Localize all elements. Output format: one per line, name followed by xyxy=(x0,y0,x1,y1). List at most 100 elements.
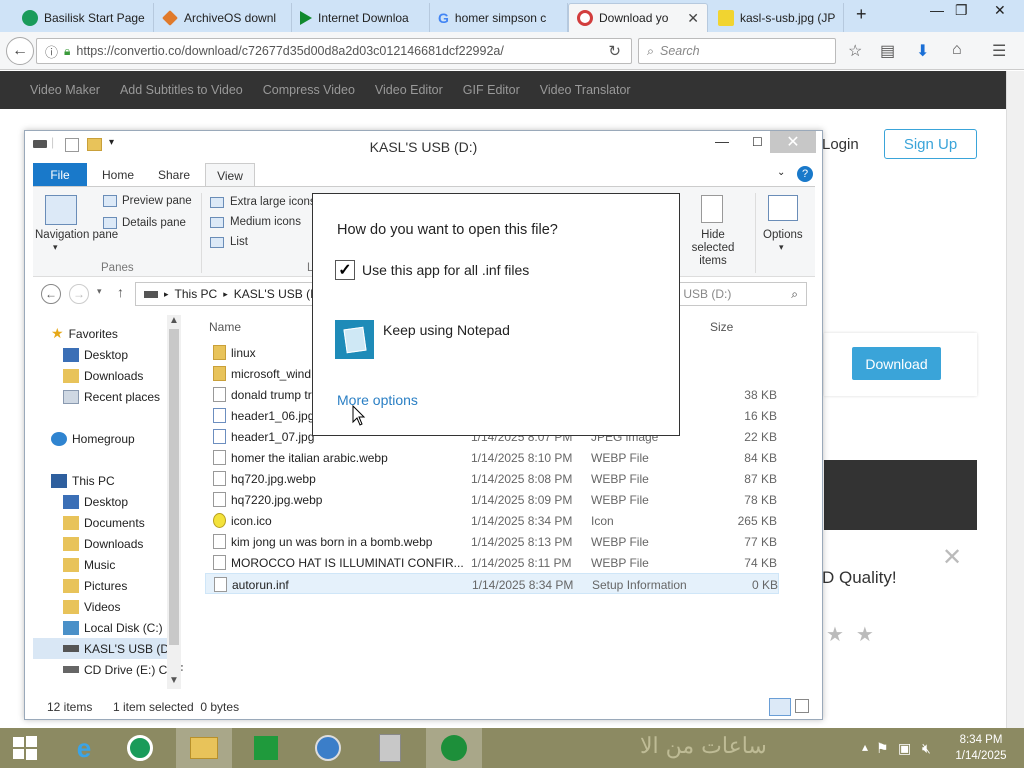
bookmark-star-icon[interactable]: ☆ xyxy=(848,41,862,61)
nav-kasl-usb[interactable]: KASL'S USB (D:) xyxy=(33,638,176,659)
hide-selected-button[interactable]: Hide selected items xyxy=(679,229,747,268)
more-options-link[interactable]: More options xyxy=(337,392,418,408)
nav-desktop[interactable]: Desktop xyxy=(63,344,128,365)
nav-downloads[interactable]: Downloads xyxy=(63,365,143,386)
search-bar[interactable]: ⌕ Search xyxy=(638,38,836,64)
scrollbar-thumb[interactable] xyxy=(169,329,179,645)
use-app-checkbox[interactable]: ✓ xyxy=(335,260,355,280)
recent-locations-icon[interactable]: ▾ xyxy=(97,286,102,297)
login-link[interactable]: Login xyxy=(822,136,859,153)
breadcrumb-this-pc[interactable]: This PC xyxy=(175,287,218,301)
navigation-pane-button[interactable]: Navigation pane xyxy=(35,229,118,241)
file-row[interactable]: icon.ico 1/14/2025 8:34 PM Icon 265 KB xyxy=(205,510,779,531)
tab-archiveos[interactable]: ArchiveOS downl xyxy=(154,3,292,32)
back-button[interactable]: ← xyxy=(41,284,61,304)
nav-pictures[interactable]: Pictures xyxy=(63,575,127,596)
close-window-icon[interactable]: ✕ xyxy=(770,131,816,153)
site-nav-add-subtitles[interactable]: Add Subtitles to Video xyxy=(120,83,243,97)
nav-this-pc[interactable]: This PC xyxy=(51,470,115,491)
file-row[interactable]: MOROCCO HAT IS ILLUMINATI CONFIR... 1/14/… xyxy=(205,552,779,573)
site-nav-video-maker[interactable]: Video Maker xyxy=(30,83,100,97)
site-nav-video-editor[interactable]: Video Editor xyxy=(375,83,443,97)
keep-using-notepad-option[interactable]: Keep using Notepad xyxy=(383,322,510,338)
use-app-checkbox-label[interactable]: Use this app for all .inf files xyxy=(362,262,529,278)
page-scrollbar[interactable] xyxy=(1006,71,1024,728)
file-row[interactable]: kim jong un was born in a bomb.webp 1/14/… xyxy=(205,531,779,552)
file-row[interactable]: hq720.jpg.webp 1/14/2025 8:08 PM WEBP File… xyxy=(205,468,779,489)
flag-icon[interactable]: ⚑ xyxy=(876,740,889,757)
taskbar-app[interactable] xyxy=(362,728,418,768)
tab-home[interactable]: Home xyxy=(93,163,143,187)
system-clock[interactable]: 8:34 PM 1/14/2025 xyxy=(944,732,1018,764)
site-nav-video-translator[interactable]: Video Translator xyxy=(540,83,631,97)
nav-favorites[interactable]: ★ Favorites xyxy=(51,323,118,344)
list-option[interactable]: List xyxy=(230,236,248,248)
nav-scrollbar[interactable]: ▲ ▼ xyxy=(167,315,181,689)
nav-videos[interactable]: Videos xyxy=(63,596,120,617)
reader-view-icon[interactable]: ▤ xyxy=(880,41,895,61)
reload-icon[interactable]: ↻ xyxy=(608,42,621,60)
tab-kasl-usb-jpg[interactable]: kasl-s-usb.jpg (JP xyxy=(710,3,844,32)
taskbar-store[interactable] xyxy=(238,728,294,768)
tab-homer-simpson[interactable]: G homer simpson c xyxy=(430,3,568,32)
network-icon[interactable]: ▣ xyxy=(898,740,911,757)
taskbar-internet-download-manager[interactable] xyxy=(426,728,482,768)
nav-music[interactable]: Music xyxy=(63,554,115,575)
taskbar-basilisk[interactable] xyxy=(112,728,168,768)
volume-muted-icon[interactable]: 🔇︎ xyxy=(922,740,931,757)
nav-local-disk[interactable]: Local Disk (C:) xyxy=(63,617,163,638)
back-button[interactable]: ← xyxy=(6,37,34,65)
tab-view[interactable]: View xyxy=(205,163,255,187)
nav-cd-drive[interactable]: CD Drive (E:) CDF xyxy=(63,659,183,680)
maximize-icon[interactable]: ☐ xyxy=(752,135,763,149)
nav-documents[interactable]: Documents xyxy=(63,512,145,533)
notepad-icon[interactable] xyxy=(335,320,374,359)
rating-stars-icon[interactable]: ★★ xyxy=(826,622,886,647)
url-bar[interactable]: ⓘ 🔒︎ https://convertio.co/download/c7267… xyxy=(36,38,632,64)
details-pane-button[interactable]: Details pane xyxy=(122,217,186,229)
minimize-icon[interactable]: — xyxy=(715,133,729,149)
taskbar-internet-explorer[interactable]: e xyxy=(56,728,112,768)
tab-file[interactable]: File xyxy=(33,163,87,187)
file-row[interactable]: hq7220.jpg.webp 1/14/2025 8:09 PM WEBP Fil… xyxy=(205,489,779,510)
close-window-icon[interactable]: ✕ xyxy=(994,2,1006,19)
close-tab-icon[interactable]: ✕ xyxy=(687,10,699,27)
signup-button[interactable]: Sign Up xyxy=(884,129,977,159)
download-button[interactable]: Download xyxy=(852,347,941,380)
column-header-size[interactable]: Size xyxy=(710,320,733,334)
search-input[interactable]: S USB (D:) ⌕ xyxy=(665,282,807,306)
download-arrow-icon[interactable]: ⬇ xyxy=(916,41,929,61)
file-row[interactable]: autorun.inf 1/14/2025 8:34 PM Setup Inform… xyxy=(205,573,779,594)
extra-large-icons-option[interactable]: Extra large icons xyxy=(230,196,316,208)
chevron-up-icon[interactable]: ▴ xyxy=(862,740,868,754)
restore-icon[interactable]: ❐ xyxy=(955,2,968,19)
forward-button[interactable]: → xyxy=(69,284,89,304)
nav-homegroup[interactable]: Homegroup xyxy=(51,428,135,449)
tab-internet-download[interactable]: Internet Downloa xyxy=(292,3,430,32)
tab-share[interactable]: Share xyxy=(149,163,199,187)
details-view-icon[interactable] xyxy=(769,698,791,716)
preview-pane-button[interactable]: Preview pane xyxy=(122,195,192,207)
taskbar-browser[interactable] xyxy=(300,728,356,768)
nav-downloads[interactable]: Downloads xyxy=(63,533,143,554)
large-icons-view-icon[interactable] xyxy=(795,699,809,713)
site-nav-gif-editor[interactable]: GIF Editor xyxy=(463,83,520,97)
up-arrow-icon[interactable]: ↑ xyxy=(117,284,124,300)
nav-recent-places[interactable]: Recent places xyxy=(63,386,160,407)
breadcrumb-usb[interactable]: KASL'S USB (I xyxy=(234,287,314,301)
column-header-name[interactable]: Name xyxy=(209,320,241,334)
tab-basilisk-start[interactable]: Basilisk Start Page xyxy=(14,3,154,32)
site-nav-compress-video[interactable]: Compress Video xyxy=(263,83,355,97)
close-icon[interactable]: ✕ xyxy=(942,543,962,572)
help-icon[interactable]: ? xyxy=(797,166,813,182)
chevron-down-icon[interactable]: ▼ xyxy=(169,675,179,686)
start-button[interactable] xyxy=(0,728,50,768)
home-icon[interactable]: ⌂ xyxy=(952,41,962,59)
new-tab-button[interactable]: + xyxy=(856,4,867,25)
nav-desktop[interactable]: Desktop xyxy=(63,491,128,512)
tab-download-active[interactable]: Download yo ✕ xyxy=(568,3,708,32)
chevron-down-icon[interactable]: ⌄ xyxy=(777,167,785,178)
taskbar-file-explorer[interactable] xyxy=(176,728,232,768)
options-button[interactable]: Options xyxy=(763,229,803,241)
menu-icon[interactable]: ☰ xyxy=(992,41,1006,61)
